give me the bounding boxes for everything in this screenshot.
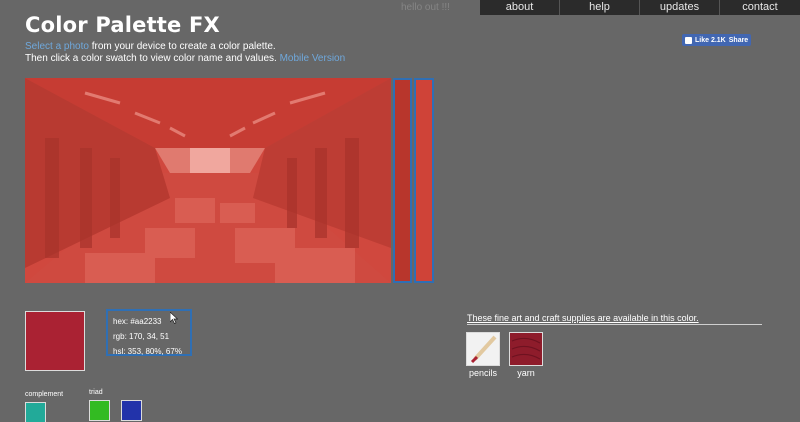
supply-pencils[interactable]: pencils	[466, 332, 500, 378]
intro-text: Select a photo from your device to creat…	[25, 41, 345, 65]
pencil-icon[interactable]	[466, 332, 500, 366]
mobile-version-link[interactable]: Mobile Version	[280, 53, 346, 64]
supplies-heading[interactable]: These fine art and craft supplies are av…	[467, 313, 762, 325]
yarn-icon[interactable]	[509, 332, 543, 366]
like-count: Like 2.1K	[695, 36, 726, 44]
complement-label: complement	[25, 391, 64, 398]
rgb-value: rgb: 170, 34, 51	[113, 332, 170, 341]
palette-strip-2[interactable]	[414, 78, 434, 283]
nav-bar: about help updates contact	[480, 0, 800, 15]
selected-color-swatch	[25, 311, 85, 371]
facebook-like-button[interactable]: Like 2.1K Share	[682, 34, 752, 46]
intro-line2: Then click a color swatch to view color …	[25, 53, 277, 64]
intro-line1-rest: from your device to create a color palet…	[88, 41, 276, 52]
nav-updates[interactable]: updates	[640, 0, 720, 15]
nav-contact[interactable]: contact	[720, 0, 800, 15]
thumbs-up-icon	[685, 36, 692, 44]
triad-label: triad	[89, 389, 103, 396]
triad-swatch-2[interactable]	[121, 400, 142, 421]
hex-value: hex: #aa2233	[113, 317, 162, 326]
warehouse-photo	[25, 78, 391, 283]
palette-strip-1[interactable]	[393, 78, 412, 283]
nav-help[interactable]: help	[560, 0, 640, 15]
share-label[interactable]: Share	[729, 37, 748, 44]
supply-yarn-label[interactable]: yarn	[509, 368, 543, 378]
select-photo-link[interactable]: Select a photo	[25, 41, 89, 52]
triad-swatch-1[interactable]	[89, 400, 110, 421]
supply-pencils-label[interactable]: pencils	[466, 368, 500, 378]
page-title: Color Palette FX	[25, 13, 220, 37]
top-link[interactable]: hello out !!!	[401, 2, 450, 13]
mouse-pointer-icon	[170, 312, 178, 324]
photo-preview[interactable]	[25, 78, 391, 283]
nav-about[interactable]: about	[480, 0, 560, 15]
supply-yarn[interactable]: yarn	[509, 332, 543, 378]
complement-swatch[interactable]	[25, 402, 46, 422]
hsl-value: hsl: 353, 80%, 67%	[113, 347, 182, 356]
color-values-box: hex: #aa2233 rgb: 170, 34, 51 hsl: 353, …	[106, 309, 192, 356]
